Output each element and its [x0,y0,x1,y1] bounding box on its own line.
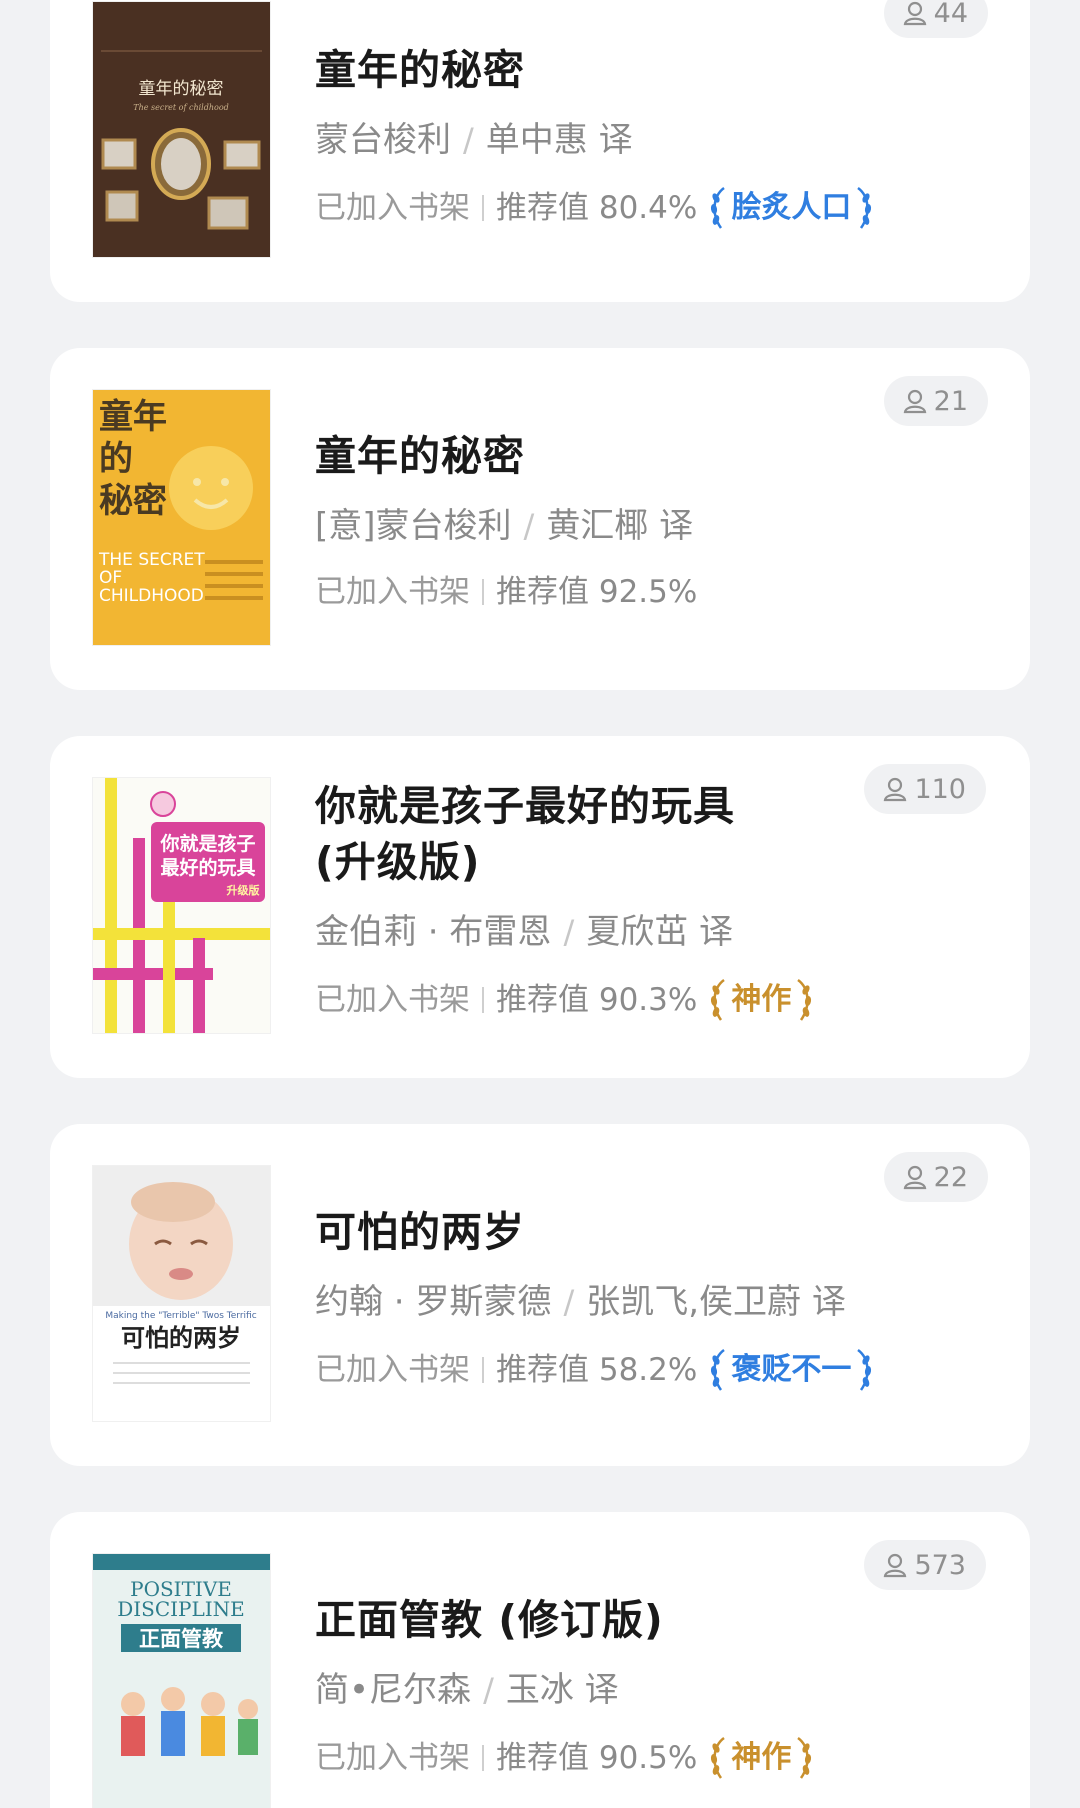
meta-divider [482,1745,484,1771]
cover-title-line: 的 [99,439,133,479]
author-separator: / [563,1283,575,1321]
reader-count-pill[interactable]: 110 [864,764,986,814]
meta-divider [482,1357,484,1383]
reader-count-pill[interactable]: 44 [883,0,988,38]
laurel-icon [797,1736,812,1779]
cover-title-line: 秘密 [99,481,167,521]
reader-count: 22 [933,1161,968,1193]
book-title[interactable]: 正面管教 (修订版) [315,1592,990,1648]
author-separator: / [523,507,535,545]
author-separator: / [563,913,575,951]
book-cover[interactable]: Making the "Terrible" Twos Terrific 可怕的两… [93,1166,270,1421]
book-list: 童年的秘密 The secret of childhood 童年的秘密 蒙台梭利… [0,0,1080,1808]
shelf-status: 已加入书架 [315,1740,470,1776]
cover-edition: 升级版 [227,883,260,897]
rating-badge: 脍炙人口 [707,184,875,232]
rating-badge: 褒贬不一 [707,1346,875,1394]
reader-count: 21 [933,385,968,417]
laurel-icon [797,978,812,1021]
cover-en-line: OF [99,568,122,588]
book-card[interactable]: Making the "Terrible" Twos Terrific 可怕的两… [50,1124,1030,1466]
cover-title-line: 你就是孩子 [159,832,255,855]
laurel-icon [711,1348,726,1391]
laurel-icon [711,1736,726,1779]
shelf-status: 已加入书架 [315,574,470,610]
book-card[interactable]: 你就是孩子 最好的玩具 升级版 你就是孩子最好的玩具 (升级版) 金伯莉 · 布… [50,736,1030,1078]
book-title[interactable]: 可怕的两岁 [315,1204,990,1260]
reader-count-pill[interactable]: 22 [883,1152,988,1202]
book-author[interactable]: 约翰 · 罗斯蒙德 [315,1282,551,1322]
book-cover-image: 童年 的 秘密 THE SECRET OF CHILDHOOD [93,390,270,645]
reader-count-pill[interactable]: 21 [883,376,988,426]
book-card[interactable]: 童年 的 秘密 THE SECRET OF CHILDHOOD 童年的秘密 [意… [50,348,1030,690]
badge-label: 脍炙人口 [731,190,852,225]
badge-label: 神作 [731,1740,792,1775]
book-cover-image: Making the "Terrible" Twos Terrific 可怕的两… [93,1166,270,1421]
cover-en-line: THE SECRET [98,550,205,570]
book-translator: 黄汇椰 译 [546,506,694,546]
shelf-status: 已加入书架 [315,1352,470,1388]
book-translator: 玉冰 译 [505,1670,619,1710]
shelf-status: 已加入书架 [315,190,470,226]
cover-subtitle: The secret of childhood [133,103,229,112]
book-cover[interactable]: POSITIVE DISCIPLINE 正面管教 [93,1554,270,1808]
book-cover[interactable]: 童年的秘密 The secret of childhood [93,2,270,257]
reader-count: 44 [933,0,968,29]
badge-label: 褒贬不一 [731,1352,852,1387]
book-translator: 单中惠 译 [485,120,633,160]
recommend-value: 推荐值 58.2% [496,1352,698,1388]
book-translator: 张凯飞,侯卫蔚 译 [586,1282,846,1322]
person-icon [884,1553,907,1578]
cover-title: 正面管教 [139,1627,224,1651]
person-icon [903,389,926,414]
book-card[interactable]: POSITIVE DISCIPLINE 正面管教 正面管教 (修订版) 简•尼尔… [50,1512,1030,1808]
author-separator: / [463,121,474,159]
book-card[interactable]: 童年的秘密 The secret of childhood 童年的秘密 蒙台梭利… [50,0,1030,302]
meta-divider [482,579,484,605]
rating-badge: 神作 [707,976,815,1024]
book-cover[interactable]: 童年 的 秘密 THE SECRET OF CHILDHOOD [93,390,270,645]
reader-count-pill[interactable]: 573 [864,1540,986,1590]
person-icon [884,777,907,802]
book-translator: 夏欣茁 译 [586,912,734,952]
meta-divider [482,987,484,1013]
author-separator: / [483,1671,494,1709]
person-icon [903,1,926,26]
book-author[interactable]: 蒙台梭利 [315,120,451,160]
book-title-line2[interactable]: (升级版) [315,834,990,890]
recommend-value: 推荐值 80.4% [496,190,698,226]
book-cover-image: POSITIVE DISCIPLINE 正面管教 [93,1554,270,1808]
reader-count: 110 [914,773,966,805]
reader-count: 573 [914,1549,966,1581]
recommend-value: 推荐值 92.5% [496,574,698,610]
badge-label: 神作 [731,982,792,1017]
laurel-icon [711,978,726,1021]
laurel-icon [711,186,726,229]
cover-en-title: Making the "Terrible" Twos Terrific [105,1311,256,1321]
laurel-icon [857,1348,872,1391]
cover-en-line: CHILDHOOD [99,586,204,606]
shelf-status: 已加入书架 [315,982,470,1018]
book-author[interactable]: 金伯莉 · 布雷恩 [315,912,551,952]
cover-title: 童年的秘密 [139,79,224,99]
book-cover-image: 童年的秘密 The secret of childhood [93,2,270,257]
book-title[interactable]: 童年的秘密 [315,42,990,98]
meta-divider [482,195,484,221]
cover-title-line: 童年 [99,397,167,437]
rating-badge: 神作 [707,1734,815,1782]
laurel-icon [857,186,872,229]
recommend-value: 推荐值 90.3% [496,982,698,1018]
book-cover[interactable]: 你就是孩子 最好的玩具 升级版 [93,778,270,1033]
cover-title-line: 最好的玩具 [160,856,255,879]
book-cover-image: 你就是孩子 最好的玩具 升级版 [93,778,270,1033]
cover-en-title: DISCIPLINE [117,1597,245,1621]
person-icon [903,1165,926,1190]
book-title[interactable]: 童年的秘密 [315,428,990,484]
cover-title: 可怕的两岁 [121,1324,241,1352]
book-author[interactable]: 简•尼尔森 [315,1670,471,1710]
book-author[interactable]: [意]蒙台梭利 [315,506,512,546]
recommend-value: 推荐值 90.5% [496,1740,698,1776]
